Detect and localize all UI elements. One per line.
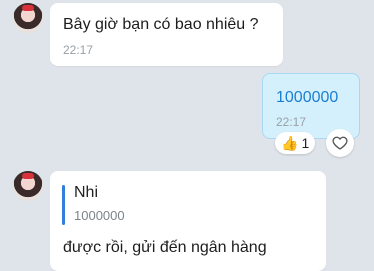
reaction-count: 1 <box>301 135 310 151</box>
message-text: được rồi, gửi đến ngân hàng <box>63 239 267 256</box>
react-button[interactable] <box>326 129 354 157</box>
bow-icon <box>22 5 34 11</box>
quote-text: 1000000 <box>74 208 125 223</box>
thumbs-up-icon: 👍 <box>281 134 299 151</box>
message-time: 22:17 <box>276 115 307 129</box>
heart-outline-icon <box>332 136 348 150</box>
avatar[interactable] <box>13 3 43 33</box>
message-text: 1000000 <box>276 89 339 106</box>
message-bubble-received[interactable]: Nhi 1000000 được rồi, gửi đến ngân hàng <box>50 171 326 271</box>
quote-author: Nhi <box>74 184 99 201</box>
quote-bar <box>62 185 65 225</box>
message-text: Bây giờ bạn có bao nhiêu ? <box>63 16 259 33</box>
message-time: 22:17 <box>63 43 94 57</box>
message-bubble-received[interactable]: Bây giờ bạn có bao nhiêu ? 22:17 <box>50 3 283 66</box>
avatar[interactable] <box>13 171 43 201</box>
bow-icon <box>22 173 34 179</box>
reaction-badge[interactable]: 👍 1 <box>275 132 316 154</box>
